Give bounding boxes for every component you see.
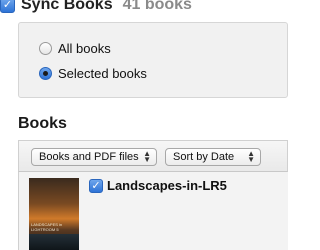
book-cover-text: LANDSCAPES in LIGHTROOM 5	[31, 222, 63, 232]
books-sort-select[interactable]: Sort by Date ▲ ▼	[165, 148, 261, 166]
sync-books-header: ✓ Sync Books 41 books	[0, 0, 192, 16]
sync-books-panel: ✓ Sync Books 41 books All books Selected…	[0, 0, 288, 250]
cover-band	[29, 234, 79, 250]
select-arrows-icon: ▲ ▼	[143, 149, 151, 164]
books-filter-value: Books and PDF files	[39, 151, 139, 163]
all-books-label: All books	[58, 41, 111, 56]
select-arrows-icon: ▲ ▼	[247, 149, 255, 164]
books-list: LANDSCAPES in LIGHTROOM 5 ✓ Landscapes-i…	[18, 172, 288, 250]
sync-books-checkbox[interactable]: ✓	[0, 0, 15, 13]
books-filter-select[interactable]: Books and PDF files ▲ ▼	[31, 148, 157, 166]
books-sort-value: Sort by Date	[173, 151, 235, 163]
book-title: Landscapes-in-LR5	[107, 178, 227, 193]
sync-books-count: 41 books	[122, 0, 192, 13]
radio-selected-dot	[43, 71, 48, 76]
selected-books-radio[interactable]	[39, 67, 52, 80]
books-toolbar: Books and PDF files ▲ ▼ Sort by Date ▲ ▼	[18, 140, 288, 172]
sync-books-title: Sync Books	[21, 0, 113, 13]
books-section-title: Books	[18, 115, 67, 132]
selected-books-option[interactable]: Selected books	[39, 66, 147, 81]
book-cover-image: LANDSCAPES in LIGHTROOM 5	[29, 178, 79, 250]
selected-books-label: Selected books	[58, 66, 147, 81]
all-books-radio[interactable]	[39, 42, 52, 55]
book-checkbox[interactable]: ✓	[89, 179, 103, 193]
all-books-option[interactable]: All books	[39, 41, 111, 56]
sync-options-group: All books Selected books	[18, 22, 288, 98]
